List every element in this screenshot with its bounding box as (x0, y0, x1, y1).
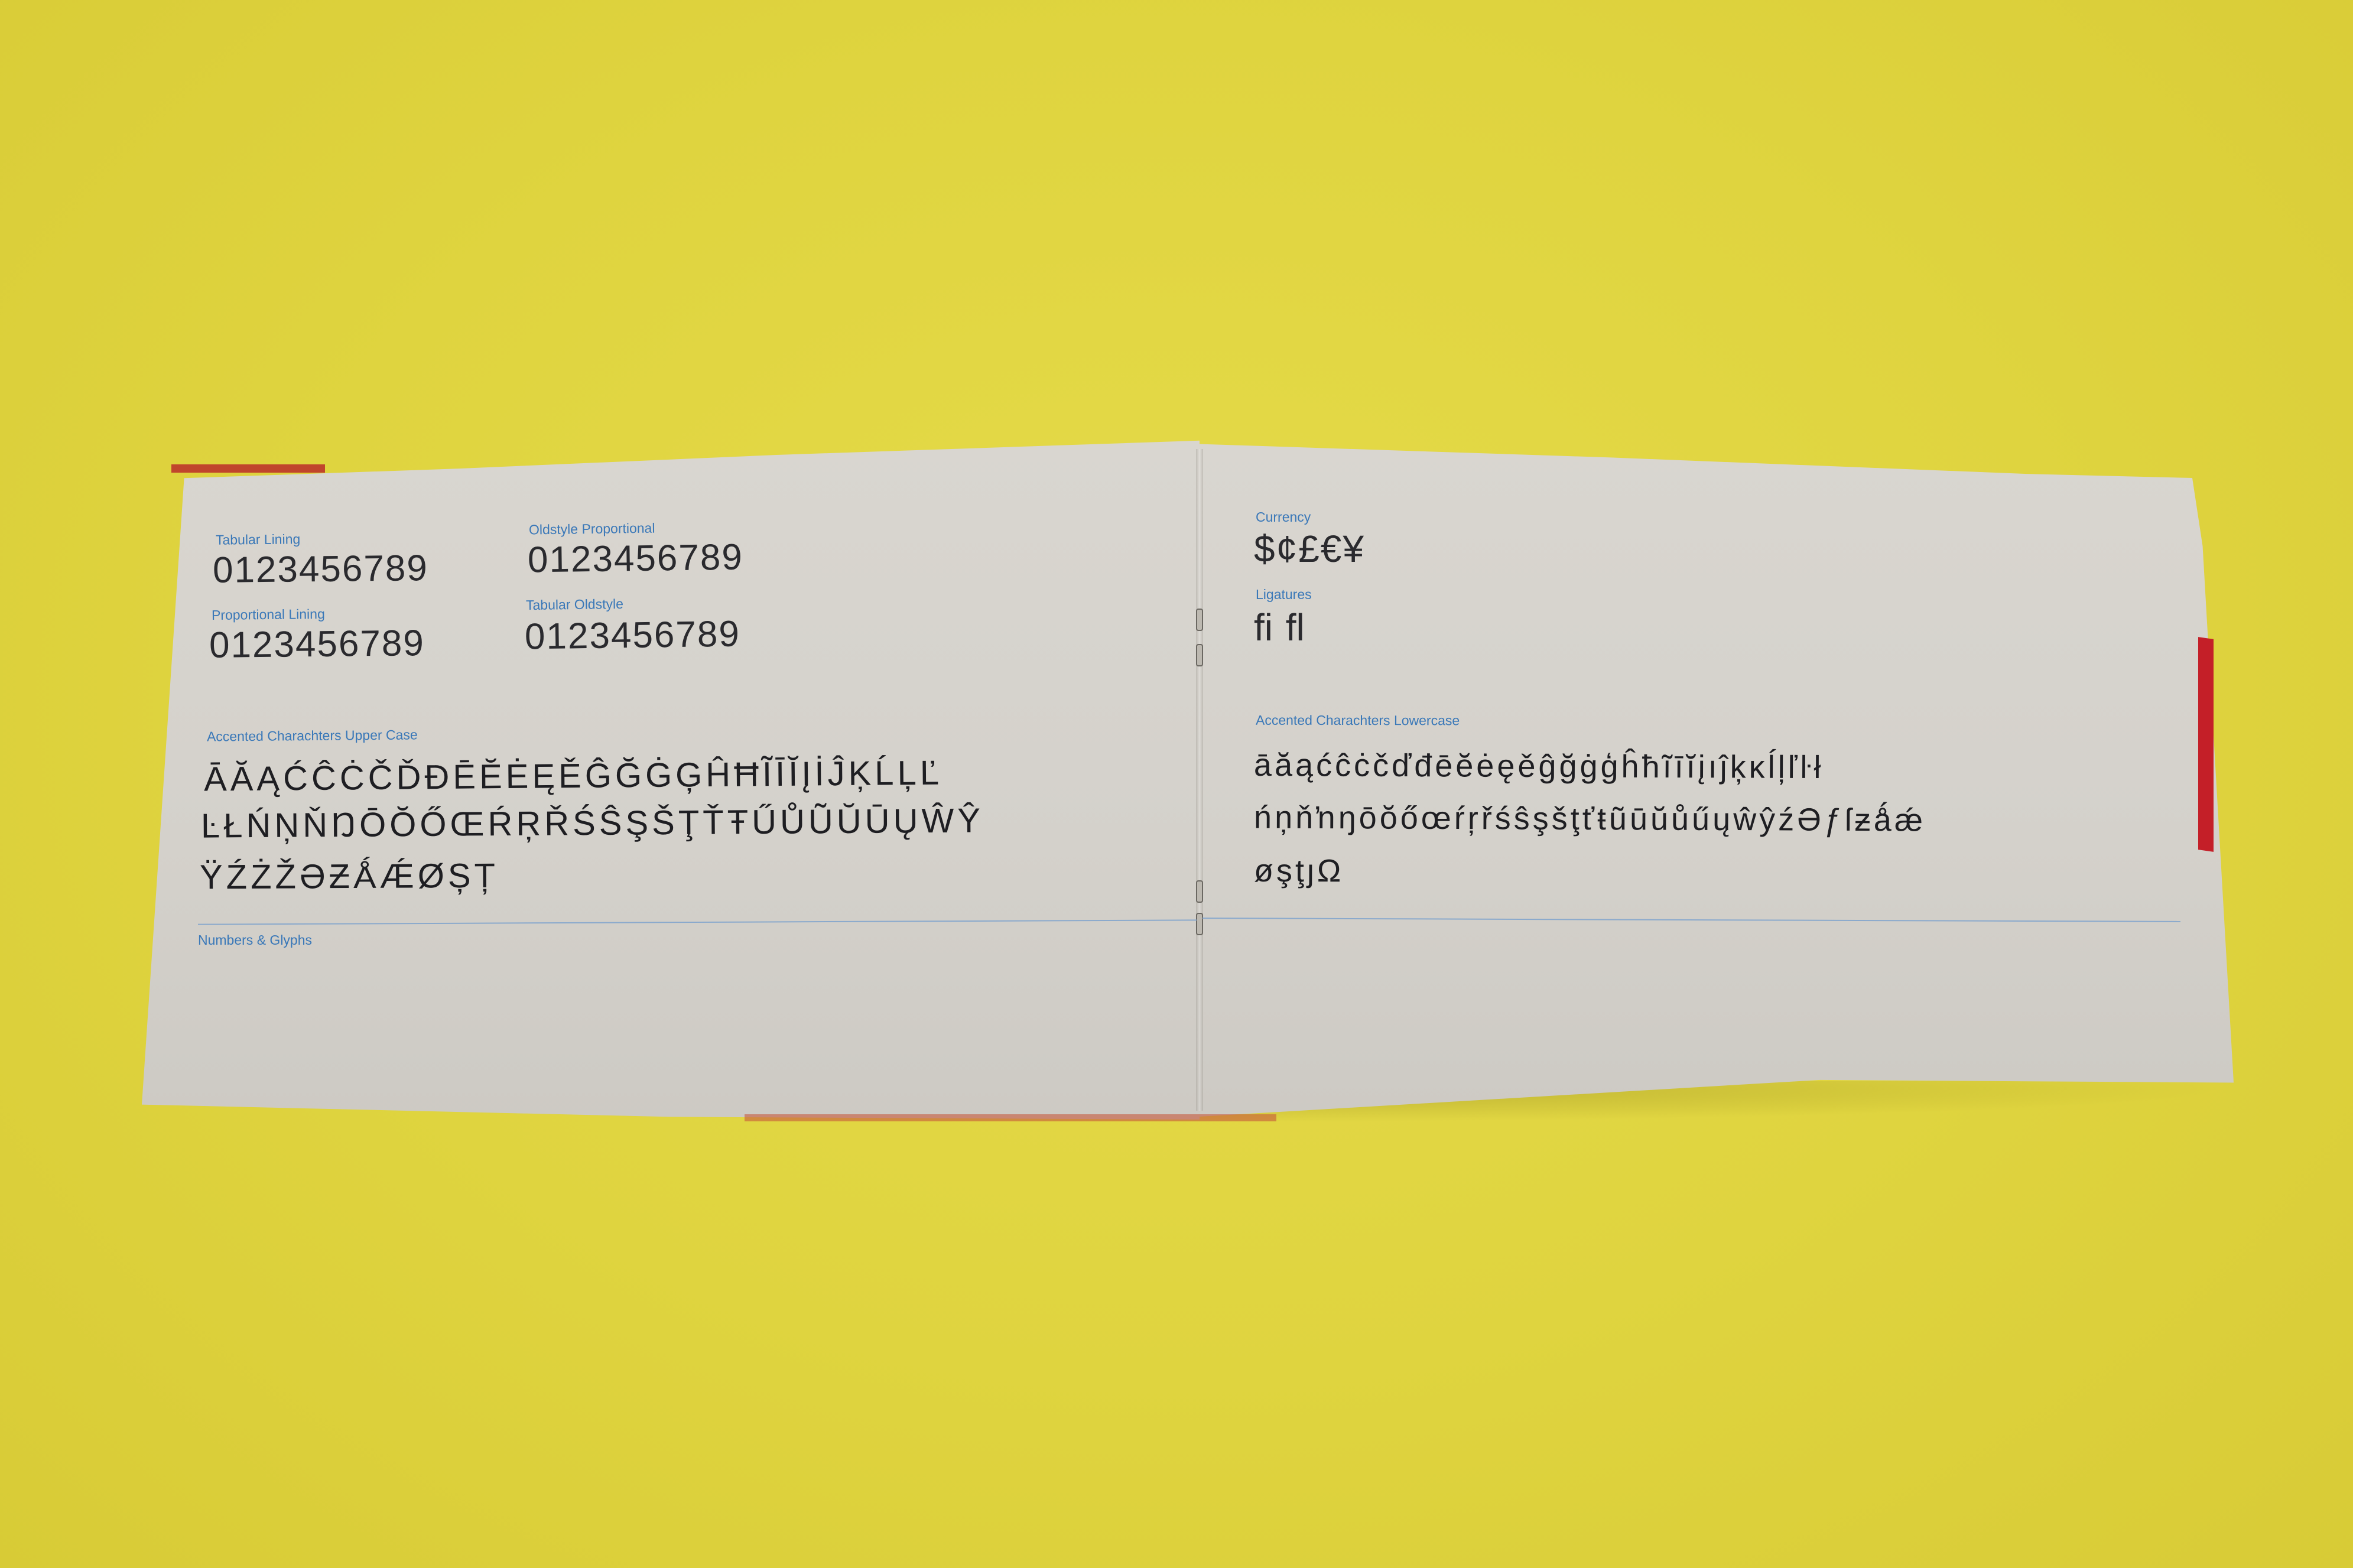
tabular-lining-label: Tabular Lining (215, 531, 301, 548)
lowercase-line-1: āăąćĉċčďđēĕėęěĝğġģĥħĩīĭįıĵķĸĺļľŀł (1253, 747, 1824, 786)
uppercase-line-1: ĀĂĄĆĈĊČĎĐĒĔĖĘĚĜĞĠĢĤĦĨĪĬĮİĴĶĹĻĽ (203, 753, 943, 799)
staple-top (1196, 609, 1203, 631)
cover-edge-bottom (745, 1114, 1276, 1121)
currency-glyphs: $¢£€¥ (1254, 528, 1365, 570)
booklet-spine (1196, 449, 1203, 1111)
tabular-oldstyle-digits: 0123456789 (524, 613, 741, 658)
currency-label: Currency (1256, 509, 1311, 525)
tabular-lining-digits: 0123456789 (212, 548, 429, 591)
lowercase-line-3: øşţȷΩ (1253, 853, 1344, 889)
proportional-lining-label: Proportional Lining (211, 606, 325, 623)
staple-lower (1196, 880, 1203, 903)
lowercase-label: Accented Charachters Lowercase (1255, 712, 1460, 728)
ligatures-glyphs: ﬁ ﬂ (1254, 606, 1306, 649)
oldstyle-proportional-label: Oldstyle Proportional (528, 520, 655, 538)
cover-edge-left (171, 464, 325, 473)
oldstyle-proportional-digits: 0123456789 (527, 536, 744, 581)
proportional-lining-digits: 0123456789 (209, 623, 425, 666)
staple-upper (1196, 644, 1203, 666)
section-title: Numbers & Glyphs (198, 932, 313, 948)
cover-edge-right (2198, 637, 2214, 852)
uppercase-line-2: ĿŁŃŅŇŊŌŎŐŒŔŖŘŚŜŞŠŢŤŦŰŮŨŬŪŲŴŶ (200, 801, 984, 845)
tabular-oldstyle-label: Tabular Oldstyle (525, 596, 624, 613)
staple-bottom (1196, 913, 1203, 935)
lowercase-line-2: ńņňŉŋōŏőœŕŗřśŝşšţťŧũūŭůűųŵŷźƏƒſƶǻǽ (1253, 799, 1926, 838)
uppercase-line-3: ŸŹŻŽƏƵǺǼØȘȚ (199, 856, 499, 897)
uppercase-label: Accented Charachters Upper Case (206, 727, 418, 744)
ligatures-label: Ligatures (1256, 587, 1312, 602)
